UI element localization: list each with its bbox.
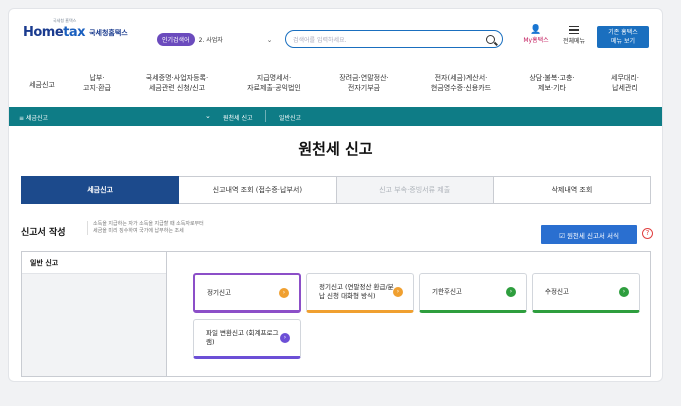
card-file-conversion-report[interactable]: 파일 변환신고 (회계프로그램) › bbox=[193, 319, 301, 359]
search-placeholder[interactable]: 검색어를 입력하세요. bbox=[293, 35, 486, 44]
tab-attachments: 신고 부속·증빙서류 제출 bbox=[336, 176, 494, 204]
tab-report-history[interactable]: 신고내역 조회 (접수증·납부서) bbox=[179, 176, 337, 204]
card-label: 파일 변환신고 (회계프로그램) bbox=[206, 329, 279, 346]
main-nav: 세금신고 납부· 고지·환급 국세증명·사업자등록· 세금관련 신청/신고 지급명세… bbox=[9, 69, 662, 105]
nav-item-payment[interactable]: 납부· 고지·환급 bbox=[67, 73, 127, 93]
popular-search[interactable]: 인기검색어 2. 사업자 ⌄ bbox=[157, 33, 272, 46]
arrow-right-icon: › bbox=[279, 287, 289, 298]
nav-item-statements[interactable]: 지급명세서· 자료제출·공익법인 bbox=[231, 73, 317, 93]
my-hometax-button[interactable]: 👤 My홈택스 bbox=[521, 25, 551, 44]
user-icon: 👤 bbox=[530, 25, 542, 35]
card-amended-report[interactable]: 수정신고 › bbox=[532, 273, 640, 313]
breadcrumb: ≡ 세금신고 ⌄ 원천세 신고 일반신고 bbox=[9, 107, 662, 126]
form-sample-button[interactable]: ☑ 원천세 신고서 서식 bbox=[541, 225, 637, 244]
tab-deleted-history[interactable]: 삭제내역 조회 bbox=[493, 176, 651, 204]
search-input[interactable]: 검색어를 입력하세요. bbox=[285, 30, 503, 48]
nav-item-certificates[interactable]: 국세증명·사업자등록· 세금관련 신청/신고 bbox=[127, 73, 227, 93]
arrow-right-icon: › bbox=[619, 287, 629, 297]
my-hometax-label: My홈택스 bbox=[523, 37, 549, 44]
panel-sidebar: 일반 신고 bbox=[22, 252, 167, 376]
nav-item-tax-report[interactable]: 세금신고 bbox=[17, 80, 67, 90]
card-regular-report[interactable]: 정기신고 › bbox=[193, 273, 301, 313]
search-icon[interactable] bbox=[486, 34, 495, 44]
section-description: 소득을 지급하는 자가 소득을 지급할 때 소득자로부터 세금을 미리 징수하여… bbox=[87, 221, 287, 235]
logo-tagline: 국세청 홈택스 bbox=[53, 18, 77, 23]
arrow-right-icon: › bbox=[393, 287, 403, 297]
breadcrumb-level1[interactable]: 원천세 신고 bbox=[223, 113, 253, 122]
page-title: 원천세 신고 bbox=[298, 140, 373, 158]
help-icon[interactable]: ? bbox=[642, 228, 653, 239]
arrow-right-icon: › bbox=[280, 333, 290, 343]
card-label: 기한후신고 bbox=[432, 287, 462, 296]
full-menu-button[interactable]: 전체메뉴 bbox=[558, 25, 590, 45]
card-label: 수정신고 bbox=[545, 287, 569, 296]
section-title: 신고서 작성 bbox=[21, 228, 66, 238]
logo-subtitle: 국세청홈택스 bbox=[89, 28, 128, 37]
page: 국세청 홈택스 Hometax 국세청홈택스 인기검색어 2. 사업자 ⌄ 검색… bbox=[8, 8, 663, 382]
panel-sidebar-title: 일반 신고 bbox=[22, 252, 166, 274]
card-late-report[interactable]: 기한후신고 › bbox=[419, 273, 527, 313]
nav-item-e-invoice[interactable]: 전자(세금)계산서· 현금영수증·신용카드 bbox=[411, 73, 511, 93]
nav-item-consultation[interactable]: 상담·불복·고충· 제보·기타 bbox=[515, 73, 589, 93]
popular-search-badge: 인기검색어 bbox=[157, 33, 195, 46]
nav-item-incentives[interactable]: 장려금·연말정산· 전자기부금 bbox=[321, 73, 407, 93]
card-label: 정기신고 (연말정산 환급/분납 신청 대화형 방식) bbox=[319, 283, 394, 300]
hometax-logo[interactable]: 국세청 홈택스 Hometax 국세청홈택스 bbox=[23, 18, 128, 40]
chevron-down-icon[interactable]: ⌄ bbox=[205, 112, 211, 120]
popular-search-keyword[interactable]: 2. 사업자 bbox=[199, 35, 267, 44]
arrow-right-icon: › bbox=[506, 287, 516, 297]
card-regular-report-interactive[interactable]: 정기신고 (연말정산 환급/분납 신청 대화형 방식) › bbox=[306, 273, 414, 313]
header: 국세청 홈택스 Hometax 국세청홈택스 인기검색어 2. 사업자 ⌄ 검색… bbox=[9, 9, 662, 65]
hamburger-icon bbox=[569, 26, 579, 34]
breadcrumb-root[interactable]: ≡ 세금신고 bbox=[19, 113, 48, 122]
chevron-down-icon[interactable]: ⌄ bbox=[267, 36, 273, 44]
full-menu-label: 전체메뉴 bbox=[562, 38, 586, 45]
logo-wordmark: Hometax bbox=[23, 25, 86, 40]
nav-item-tax-agent[interactable]: 세무대리· 납세관리 bbox=[589, 73, 661, 93]
breadcrumb-level2[interactable]: 일반신고 bbox=[279, 113, 301, 122]
report-panel: 일반 신고 정기신고 › 정기신고 (연말정산 환급/분납 신청 대화형 방식)… bbox=[21, 251, 651, 377]
card-label: 정기신고 bbox=[207, 288, 231, 296]
old-menu-button[interactable]: 기존 홈택스 메뉴 보기 bbox=[597, 26, 649, 48]
tab-bar: 세금신고 신고내역 조회 (접수증·납부서) 신고 부속·증빙서류 제출 삭제내… bbox=[21, 176, 651, 204]
tab-tax-report[interactable]: 세금신고 bbox=[21, 176, 180, 204]
breadcrumb-divider bbox=[265, 110, 266, 122]
